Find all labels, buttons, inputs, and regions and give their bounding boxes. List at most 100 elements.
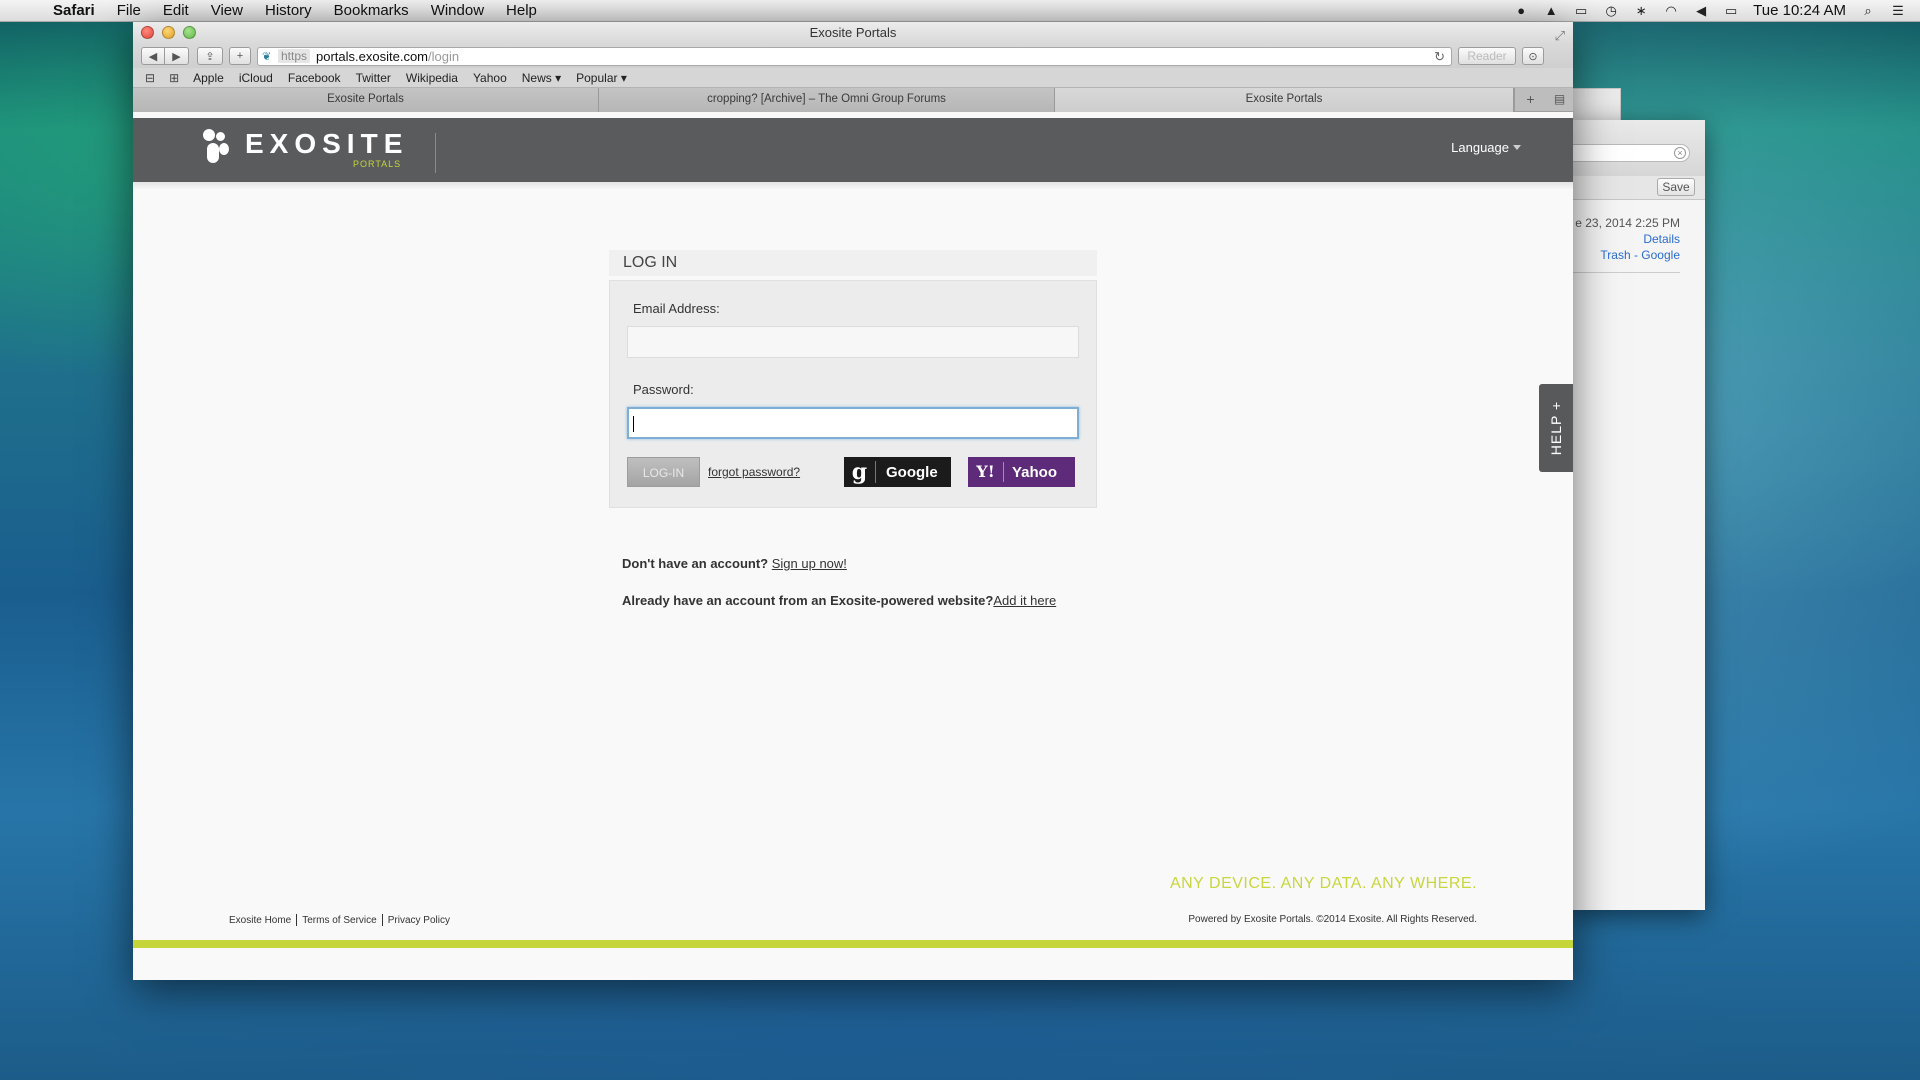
footer-separator xyxy=(381,914,383,926)
reader-button[interactable]: Reader xyxy=(1458,47,1516,65)
alien-status-icon[interactable]: ● xyxy=(1513,3,1529,18)
window-titlebar: Exosite Portals ⤢ xyxy=(133,22,1573,44)
menu-help[interactable]: Help xyxy=(495,2,548,19)
background-window-back xyxy=(1568,88,1621,122)
close-window-button[interactable] xyxy=(141,26,154,39)
address-bar[interactable]: ❦ https portals.exosite.com /login ↻ xyxy=(257,46,1452,66)
footer-separator xyxy=(296,914,298,926)
yahoo-button-label: Yahoo xyxy=(1012,463,1058,481)
forward-button[interactable]: ▶ xyxy=(165,47,189,65)
macos-menubar: Safari File Edit View History Bookmarks … xyxy=(0,0,1920,22)
time-machine-icon[interactable]: ◷ xyxy=(1603,3,1619,18)
bookmark-yahoo[interactable]: Yahoo xyxy=(473,71,507,85)
wifi-icon[interactable]: ◠ xyxy=(1663,3,1679,18)
forgot-password-link[interactable]: forgot password? xyxy=(708,465,800,479)
login-title: LOG IN xyxy=(609,250,1097,276)
menu-file[interactable]: File xyxy=(106,2,152,19)
add-account-link[interactable]: Add it here xyxy=(993,593,1056,608)
notification-center-icon[interactable]: ☰ xyxy=(1890,3,1906,18)
background-search-field[interactable]: × xyxy=(1568,144,1690,162)
already-account-question: Already have an account from an Exosite-… xyxy=(622,593,994,608)
language-label: Language xyxy=(1451,140,1509,155)
bookmark-icloud[interactable]: iCloud xyxy=(239,71,273,85)
drive-status-icon[interactable]: ▲ xyxy=(1543,3,1559,18)
nav-buttons: ◀ ▶ xyxy=(141,47,189,65)
signup-question: Don't have an account? xyxy=(622,556,769,571)
bookmark-apple[interactable]: Apple xyxy=(193,71,224,85)
help-tab-label: HELP + xyxy=(1548,400,1564,456)
footer-link-terms[interactable]: Terms of Service xyxy=(302,915,376,926)
zoom-window-button[interactable] xyxy=(183,26,196,39)
menu-view[interactable]: View xyxy=(200,2,254,19)
email-field[interactable] xyxy=(627,326,1079,358)
page-content: EXOSITE PORTALS Language LOG IN Email Ad… xyxy=(133,118,1573,980)
google-button-label: Google xyxy=(886,463,938,481)
email-label: Email Address: xyxy=(633,301,720,316)
yahoo-icon: Y! xyxy=(968,462,1004,482)
exosite-logo[interactable]: EXOSITE PORTALS xyxy=(203,128,436,173)
signup-prompt: Don't have an account? Sign up now! xyxy=(622,556,847,571)
site-header: EXOSITE PORTALS Language xyxy=(133,118,1573,182)
password-label: Password: xyxy=(633,382,694,397)
yahoo-login-button[interactable]: Y! Yahoo xyxy=(968,457,1075,487)
add-bookmark-button[interactable]: + xyxy=(229,47,251,65)
downloads-button[interactable]: ⊙ xyxy=(1522,47,1544,65)
footer-link-privacy[interactable]: Privacy Policy xyxy=(388,915,450,926)
logo-subtitle: PORTALS xyxy=(353,159,402,169)
reload-icon[interactable]: ↻ xyxy=(1434,49,1445,65)
password-field[interactable] xyxy=(627,407,1079,439)
login-button[interactable]: LOG-IN xyxy=(627,457,700,487)
already-account-prompt: Already have an account from an Exosite-… xyxy=(622,593,1056,608)
https-badge: https xyxy=(278,49,311,63)
bookmark-news-folder[interactable]: News ▾ xyxy=(522,71,561,85)
site-favicon-icon: ❦ xyxy=(262,51,272,63)
back-button[interactable]: ◀ xyxy=(141,47,165,65)
chevron-down-icon xyxy=(1513,145,1521,150)
header-shadow xyxy=(133,182,1573,190)
menu-history[interactable]: History xyxy=(254,2,323,19)
volume-icon[interactable]: ◀ xyxy=(1693,3,1709,18)
menu-bookmarks[interactable]: Bookmarks xyxy=(323,2,420,19)
menu-edit[interactable]: Edit xyxy=(152,2,200,19)
bookmark-popular-folder[interactable]: Popular ▾ xyxy=(576,71,627,85)
language-dropdown[interactable]: Language xyxy=(1451,140,1521,155)
airplay-icon[interactable]: ▭ xyxy=(1573,3,1589,18)
spotlight-search-icon[interactable]: ⌕ xyxy=(1860,3,1876,18)
bookmark-twitter[interactable]: Twitter xyxy=(356,71,391,85)
top-sites-icon[interactable]: ⊞ xyxy=(169,71,179,85)
background-trash-link[interactable]: Trash - Google xyxy=(1600,248,1680,262)
battery-icon[interactable]: ▭ xyxy=(1723,3,1739,18)
logo-divider xyxy=(435,133,436,173)
footer-link-home[interactable]: Exosite Home xyxy=(229,915,291,926)
bluetooth-icon[interactable]: ∗ xyxy=(1633,3,1649,18)
bookmark-wikipedia[interactable]: Wikipedia xyxy=(406,71,458,85)
tab-omni-forums[interactable]: cropping? [Archive] – The Omni Group For… xyxy=(599,88,1055,112)
google-login-button[interactable]: g Google xyxy=(844,457,951,487)
background-window-toolbar: × xyxy=(1568,120,1705,178)
window-title: Exosite Portals xyxy=(809,25,897,40)
login-box: LOG IN Email Address: Password: LOG-IN f… xyxy=(609,250,1097,508)
menu-app-name[interactable]: Safari xyxy=(40,2,106,19)
text-cursor xyxy=(633,416,634,432)
bookmarks-bar: ⊟ ⊞ Apple iCloud Facebook Twitter Wikipe… xyxy=(133,68,1573,88)
background-details-link[interactable]: Details xyxy=(1643,232,1680,246)
clear-search-icon[interactable]: × xyxy=(1674,147,1686,159)
signup-link[interactable]: Sign up now! xyxy=(772,556,847,571)
fullscreen-icon[interactable]: ⤢ xyxy=(1555,25,1565,47)
tab-exosite-portals-1[interactable]: Exosite Portals xyxy=(133,88,599,112)
minimize-window-button[interactable] xyxy=(162,26,175,39)
logo-wordmark: EXOSITE xyxy=(245,128,409,159)
reading-list-icon[interactable]: ⊟ xyxy=(145,71,155,85)
bookmark-facebook[interactable]: Facebook xyxy=(288,71,341,85)
safari-window: Exosite Portals ⤢ ◀ ▶ ⇪ + ❦ https portal… xyxy=(133,22,1573,980)
share-button[interactable]: ⇪ xyxy=(197,47,223,65)
footer-accent-bar xyxy=(133,940,1573,948)
new-tab-icon[interactable]: + xyxy=(1514,88,1546,111)
tab-bar: Exosite Portals cropping? [Archive] – Th… xyxy=(133,88,1573,112)
tab-exosite-portals-2[interactable]: Exosite Portals xyxy=(1055,88,1514,112)
help-tab[interactable]: HELP + xyxy=(1539,384,1573,472)
menubar-clock[interactable]: Tue 10:24 AM xyxy=(1753,2,1846,19)
tab-overview-icon[interactable]: ▤ xyxy=(1546,88,1573,111)
background-save-button[interactable]: Save xyxy=(1657,178,1695,196)
menu-window[interactable]: Window xyxy=(420,2,495,19)
